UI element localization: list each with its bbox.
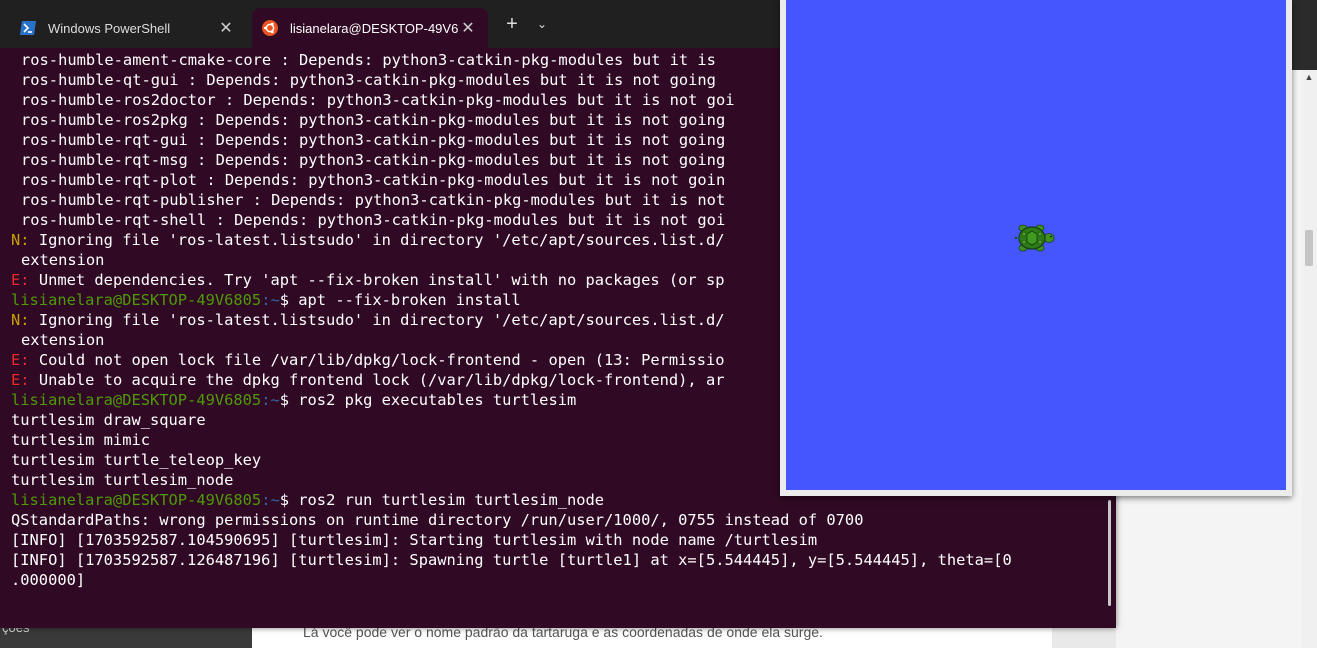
prompt-user: lisianelara@DESKTOP-49V6805	[11, 391, 262, 409]
chevron-down-icon[interactable]: ⌄	[532, 12, 552, 36]
prompt-line: lisianelara@DESKTOP-49V6805:~$ ros2 run …	[11, 490, 604, 510]
error-prefix: E:	[11, 371, 30, 389]
terminal-line: ros-humble-rqt-plot : Depends: python3-c…	[21, 171, 726, 189]
prompt-user: lisianelara@DESKTOP-49V6805	[11, 491, 262, 509]
terminal-line: turtlesim mimic	[11, 431, 150, 449]
terminal-line: ros-humble-ament-cmake-core : Depends: p…	[21, 51, 716, 69]
terminal-line: QStandardPaths: wrong permissions on run…	[11, 511, 864, 529]
terminal-line: E: Unable to acquire the dpkg frontend l…	[11, 370, 725, 390]
notice-text: Ignoring file 'ros-latest.listsudo' in d…	[29, 311, 725, 329]
turtlesim-canvas[interactable]	[786, 0, 1286, 490]
prompt-command: $ apt --fix-broken install	[279, 291, 521, 309]
terminal-scrollbar[interactable]	[1108, 500, 1111, 606]
error-text: Could not open lock file /var/lib/dpkg/l…	[29, 351, 725, 369]
terminal-line: ros-humble-rqt-msg : Depends: python3-ca…	[21, 151, 726, 169]
prompt-line: lisianelara@DESKTOP-49V6805:~$ ros2 pkg …	[11, 390, 576, 410]
terminal-line: N: Ignoring file 'ros-latest.listsudo' i…	[11, 230, 725, 250]
ubuntu-icon	[262, 20, 278, 36]
error-prefix: E:	[11, 271, 30, 289]
prompt-path: :~	[261, 491, 280, 509]
terminal-line: ros-humble-ros2doctor : Depends: python3…	[21, 91, 735, 109]
turtle-icon	[1015, 224, 1055, 252]
terminal-line: turtlesim turtle_teleop_key	[11, 451, 262, 469]
scroll-up-icon[interactable]: ▲	[1303, 72, 1315, 82]
terminal-line: E: Unmet dependencies. Try 'apt --fix-br…	[11, 270, 725, 290]
tab-title: lisianelara@DESKTOP-49V6805	[290, 20, 458, 36]
terminal-line: extension	[21, 251, 105, 269]
terminal-line: turtlesim turtlesim_node	[11, 471, 234, 489]
terminal-line: ros-humble-qt-gui : Depends: python3-cat…	[21, 71, 716, 89]
notice-prefix: N:	[11, 311, 30, 329]
close-icon[interactable]: ✕	[458, 18, 478, 38]
terminal-line: [INFO] [1703592587.104590695] [turtlesim…	[11, 531, 818, 549]
prompt-user: lisianelara@DESKTOP-49V6805	[11, 291, 262, 309]
page-scrollbar[interactable]	[1302, 70, 1317, 648]
new-tab-button[interactable]: +	[500, 12, 524, 36]
tab-title: Windows PowerShell	[48, 20, 171, 36]
terminal-line: .000000]	[11, 571, 86, 589]
prompt-line: lisianelara@DESKTOP-49V6805:~$ apt --fix…	[11, 290, 521, 310]
error-prefix: E:	[11, 351, 30, 369]
turtlesim-window	[780, 0, 1292, 496]
terminal-line: extension	[21, 331, 105, 349]
tab-ubuntu[interactable]: lisianelara@DESKTOP-49V6805 ✕	[252, 8, 488, 48]
terminal-line: ros-humble-rqt-shell : Depends: python3-…	[21, 211, 726, 229]
error-text: Unmet dependencies. Try 'apt --fix-broke…	[29, 271, 725, 289]
prompt-path: :~	[261, 391, 280, 409]
error-text: Unable to acquire the dpkg frontend lock…	[29, 371, 725, 389]
powershell-icon	[20, 20, 36, 36]
notice-prefix: N:	[11, 231, 30, 249]
prompt-command: $ ros2 run turtlesim turtlesim_node	[279, 491, 605, 509]
prompt-command: $ ros2 pkg executables turtlesim	[279, 391, 577, 409]
terminal-line: N: Ignoring file 'ros-latest.listsudo' i…	[11, 310, 725, 330]
terminal-line: E: Could not open lock file /var/lib/dpk…	[11, 350, 725, 370]
prompt-path: :~	[261, 291, 280, 309]
terminal-line: turtlesim draw_square	[11, 411, 206, 429]
terminal-line: ros-humble-rqt-publisher : Depends: pyth…	[21, 191, 726, 209]
terminal-line: ros-humble-ros2pkg : Depends: python3-ca…	[21, 111, 726, 129]
page-scroll-thumb[interactable]	[1305, 230, 1313, 266]
terminal-line: [INFO] [1703592587.126487196] [turtlesim…	[11, 551, 1012, 569]
notice-text: Ignoring file 'ros-latest.listsudo' in d…	[29, 231, 725, 249]
terminal-line: ros-humble-rqt-gui : Depends: python3-ca…	[21, 131, 726, 149]
close-icon[interactable]: ✕	[216, 18, 236, 38]
tab-windows-powershell[interactable]: Windows PowerShell ✕	[10, 8, 246, 48]
background-window-edge	[1292, 0, 1317, 70]
